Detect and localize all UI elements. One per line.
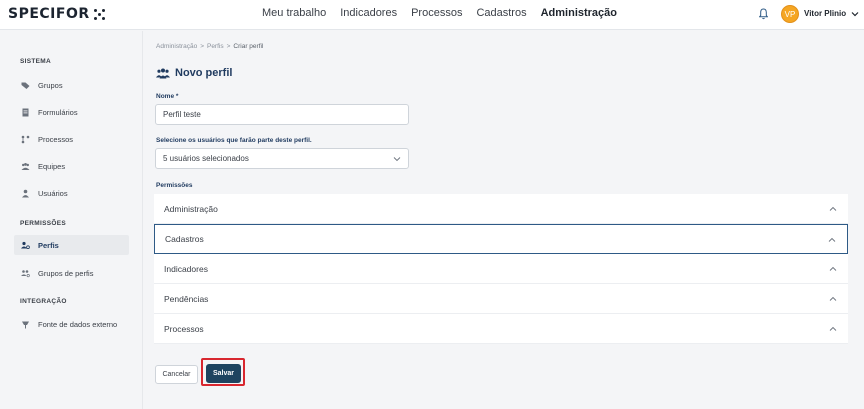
permission-indicadores[interactable]: Indicadores bbox=[154, 254, 848, 284]
breadcrumb-administracao[interactable]: Administração bbox=[156, 43, 197, 50]
sidebar-item-label: Perfis bbox=[38, 240, 59, 250]
sidebar-item-processos[interactable]: Processos bbox=[14, 129, 129, 149]
flow-icon bbox=[21, 135, 30, 143]
save-button[interactable]: Salvar bbox=[206, 364, 241, 383]
permission-label: Processos bbox=[164, 323, 204, 334]
nav-meu-trabalho[interactable]: Meu trabalho bbox=[262, 7, 326, 19]
sidebar-item-equipes[interactable]: Equipes bbox=[14, 156, 129, 176]
sidebar-item-label: Grupos bbox=[38, 80, 63, 90]
plug-icon bbox=[22, 321, 29, 328]
sidebar-item-label: Formulários bbox=[38, 107, 78, 117]
name-input[interactable]: Perfil teste bbox=[155, 104, 409, 125]
avatar[interactable]: VP bbox=[781, 5, 799, 23]
permission-label: Cadastros bbox=[165, 234, 204, 244]
tag-icon bbox=[21, 82, 30, 89]
sidebar-item-label: Grupos de perfis bbox=[38, 268, 94, 278]
chevron-up-icon bbox=[828, 237, 836, 242]
sidebar-item-usuarios[interactable]: Usuários bbox=[14, 183, 129, 203]
nav-indicadores[interactable]: Indicadores bbox=[340, 7, 397, 19]
logo[interactable]: SPECIFOR bbox=[8, 6, 105, 22]
chevron-up-icon bbox=[829, 326, 837, 331]
permission-cadastros[interactable]: Cadastros bbox=[154, 224, 848, 254]
page-title-text: Novo perfil bbox=[175, 67, 233, 79]
user-name[interactable]: Vitor Plinio bbox=[804, 9, 846, 18]
nav-administracao[interactable]: Administração bbox=[541, 7, 617, 19]
breadcrumb-perfis[interactable]: Perfis bbox=[207, 43, 224, 50]
sidebar-item-label: Equipes bbox=[38, 161, 66, 171]
sidebar-item-grupos-de-perfis[interactable]: Grupos de perfis bbox=[14, 263, 129, 283]
sidebar-item-grupos[interactable]: Grupos bbox=[14, 75, 129, 95]
chevron-up-icon bbox=[829, 266, 837, 271]
sidebar: SISTEMA Grupos Formulários Processos Equ… bbox=[0, 31, 143, 409]
breadcrumb-criar-perfil: Criar perfil bbox=[233, 43, 264, 50]
main-nav: Meu trabalho Indicadores Processos Cadas… bbox=[262, 7, 617, 19]
permissions-label: Permissões bbox=[156, 182, 193, 189]
breadcrumb: Administração > Perfis > Criar perfil bbox=[156, 43, 263, 50]
team-icon bbox=[21, 162, 30, 170]
section-sistema: SISTEMA bbox=[20, 58, 51, 65]
logo-text: SPECIFOR bbox=[8, 6, 90, 22]
users-icon bbox=[156, 68, 170, 78]
users-select-value: 5 usuários selecionados bbox=[163, 154, 249, 163]
breadcrumb-separator: > bbox=[200, 43, 204, 50]
name-label: Nome * bbox=[156, 93, 179, 100]
sidebar-item-formularios[interactable]: Formulários bbox=[14, 102, 129, 122]
permission-label: Indicadores bbox=[164, 263, 208, 274]
users-select[interactable]: 5 usuários selecionados bbox=[155, 148, 409, 169]
document-icon bbox=[22, 108, 29, 116]
permission-processos[interactable]: Processos bbox=[154, 314, 848, 344]
profile-icon bbox=[21, 241, 30, 249]
permission-pendencias[interactable]: Pendências bbox=[154, 284, 848, 314]
section-permissoes: PERMISSÕES bbox=[20, 220, 66, 227]
page-title: Novo perfil bbox=[156, 67, 232, 79]
sidebar-item-fonte-de-dados-externo[interactable]: Fonte de dados externo bbox=[14, 314, 129, 334]
chevron-up-icon bbox=[829, 296, 837, 301]
users-label: Selecione os usuários que farão parte de… bbox=[156, 137, 312, 144]
profile-group-icon bbox=[21, 269, 30, 277]
nav-cadastros[interactable]: Cadastros bbox=[476, 7, 526, 19]
section-integracao: INTEGRAÇÃO bbox=[20, 298, 67, 305]
chevron-down-icon bbox=[393, 157, 401, 162]
chevron-up-icon bbox=[829, 206, 837, 211]
sidebar-item-label: Fonte de dados externo bbox=[38, 319, 118, 329]
user-icon bbox=[22, 189, 29, 197]
chevron-down-icon[interactable] bbox=[851, 10, 859, 18]
sidebar-item-label: Processos bbox=[38, 134, 74, 144]
sidebar-item-perfis[interactable]: Perfis bbox=[14, 235, 129, 255]
sidebar-item-label: Usuários bbox=[38, 188, 68, 198]
permission-label: Pendências bbox=[164, 293, 209, 304]
breadcrumb-separator: > bbox=[226, 43, 231, 50]
top-bar: SPECIFOR Meu trabalho Indicadores Proces… bbox=[0, 0, 864, 30]
permission-administracao[interactable]: Administração bbox=[154, 194, 848, 224]
cancel-button[interactable]: Cancelar bbox=[155, 365, 198, 384]
logo-dots-icon bbox=[93, 8, 105, 20]
nav-processos[interactable]: Processos bbox=[411, 7, 462, 19]
bell-icon[interactable] bbox=[759, 8, 768, 20]
permission-label: Administração bbox=[164, 203, 218, 214]
